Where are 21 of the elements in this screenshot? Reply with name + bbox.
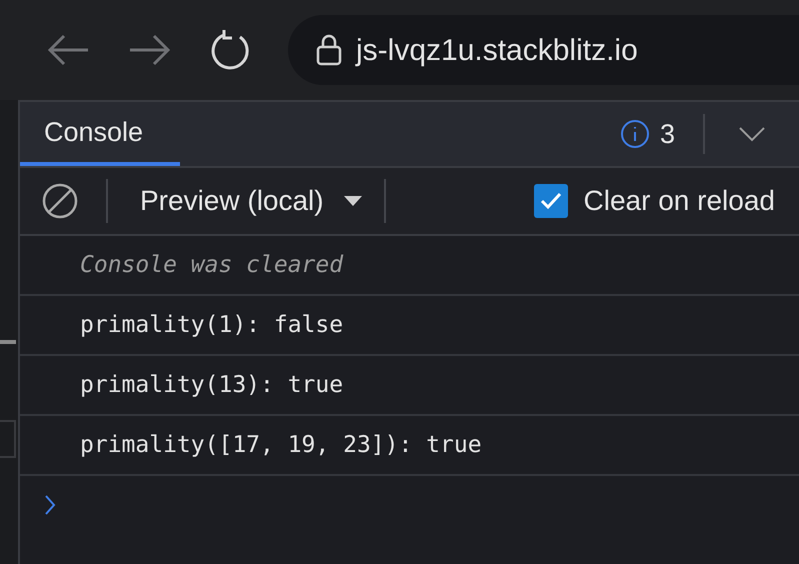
chevron-down-icon[interactable] [738, 126, 766, 142]
info-icon [620, 119, 650, 149]
checkmark-icon [540, 192, 562, 210]
forward-icon[interactable] [128, 33, 172, 67]
back-icon[interactable] [46, 33, 90, 67]
partial-field [0, 420, 16, 458]
lock-icon [316, 34, 342, 66]
dropdown-caret-icon [344, 196, 362, 206]
url-text: js-lvqz1u.stackblitz.io [356, 32, 638, 68]
console-notice: Console was cleared [80, 250, 344, 280]
checkbox-label: Clear on reload [584, 184, 775, 218]
console-message: primality(1): false [80, 310, 344, 340]
issue-count[interactable]: 3 [660, 114, 675, 154]
context-dropdown[interactable]: Preview (local) [140, 180, 362, 222]
clear-console-icon[interactable] [42, 183, 78, 219]
console-message: primality(13): true [80, 370, 344, 400]
reload-icon[interactable] [210, 30, 250, 70]
checkbox[interactable] [534, 184, 568, 218]
prompt-chevron-icon[interactable] [44, 494, 56, 516]
console-message: primality([17, 19, 23]): true [80, 430, 482, 460]
address-bar[interactable]: js-lvqz1u.stackblitz.io [288, 15, 799, 85]
